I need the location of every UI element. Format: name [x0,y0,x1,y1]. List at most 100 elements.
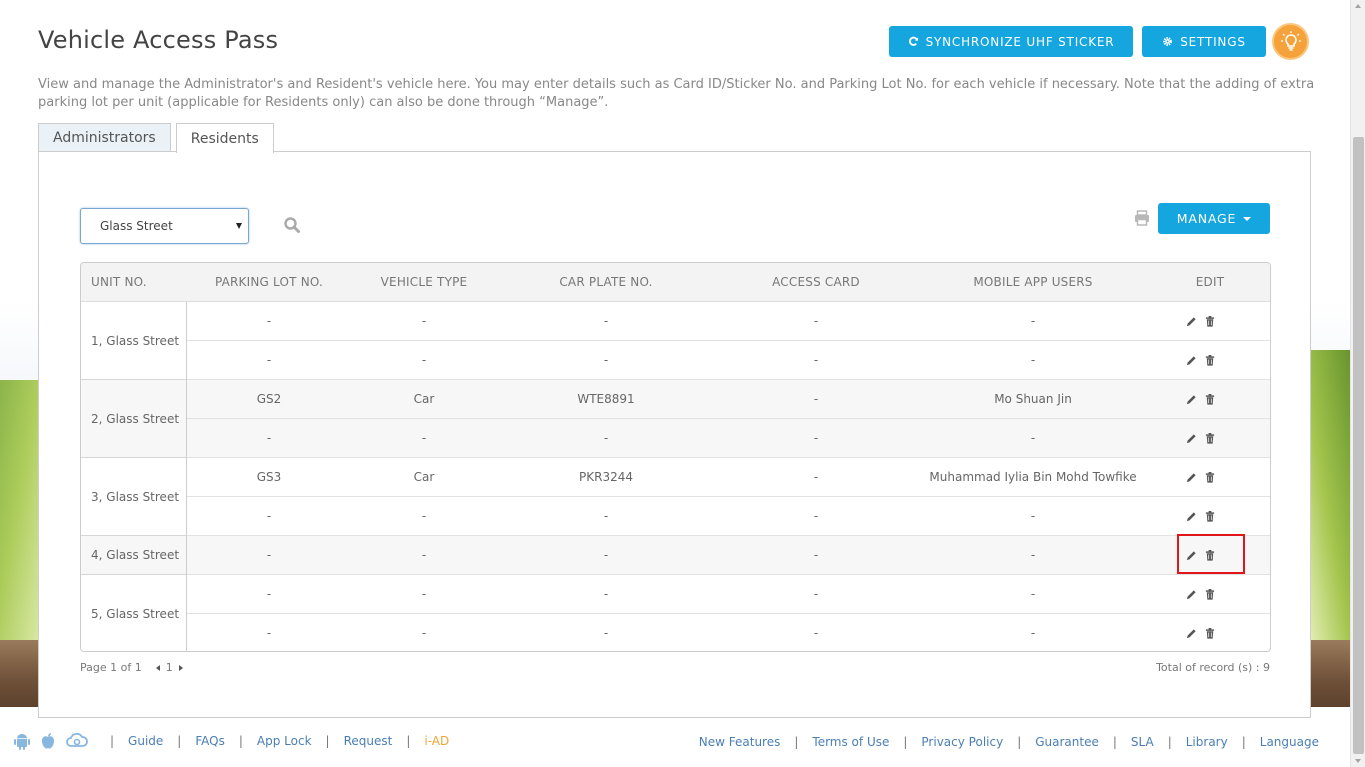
cell-plate: WTE8891 [577,392,635,406]
table-row: GS2 Car WTE8891 - Mo Shuan Jin [81,380,1270,419]
column-header: ACCESS CARD [772,275,860,289]
trash-icon[interactable] [1205,394,1216,405]
cell-lot: - [266,509,272,523]
cell-type: - [421,431,427,445]
column-header: CAR PLATE NO. [559,275,653,289]
pencil-icon[interactable] [1186,355,1197,366]
cell-users: - [1030,587,1036,601]
cell-plate: - [603,431,609,445]
trash-icon[interactable] [1205,628,1216,639]
pencil-icon[interactable] [1186,589,1197,600]
print-icon[interactable] [1133,209,1151,227]
footer-link-app-lock[interactable]: App Lock [257,734,312,748]
tips-bulb-button[interactable] [1272,23,1309,60]
edit-actions [1186,497,1236,536]
table-row: ----- [81,419,1270,458]
unit-cell: 3, Glass Street [81,458,187,536]
android-icon[interactable] [12,731,32,751]
cell-lot: GS2 [256,392,282,406]
cell-card: - [813,509,819,523]
pencil-icon[interactable] [1186,433,1197,444]
caret-down-icon [1243,216,1252,221]
search-icon[interactable] [283,216,301,234]
tab-bar: Administrators Residents [38,123,274,153]
cell-lot: - [266,587,272,601]
previous-page-icon[interactable] [155,664,160,671]
footer-link-faqs[interactable]: FAQs [195,734,225,748]
trash-icon[interactable] [1205,511,1216,522]
cell-lot: - [266,626,272,640]
scroll-up-arrow-icon[interactable] [1355,4,1361,8]
next-page-icon[interactable] [178,664,183,671]
page-info: Page 1 of 1 [80,661,142,674]
trash-icon[interactable] [1205,355,1216,366]
cell-lot: - [266,548,272,562]
cell-card: - [813,626,819,640]
cell-users: - [1030,431,1036,445]
residents-panel: Glass Street MANAGE UNIT NO. PARKING LOT… [38,151,1311,718]
footer-link-guarantee[interactable]: Guarantee [1035,735,1099,749]
cell-users: - [1030,548,1036,562]
apple-icon[interactable] [38,731,58,751]
tab-administrators[interactable]: Administrators [38,123,171,152]
tab-residents[interactable]: Residents [175,123,274,153]
manage-dropdown-button[interactable]: MANAGE [1158,203,1270,234]
sync-label: SYNCHRONIZE UHF STICKER [925,34,1115,49]
cell-users: - [1030,626,1036,640]
footer-link-guide[interactable]: Guide [128,734,163,748]
cell-plate: - [603,353,609,367]
pencil-icon[interactable] [1186,394,1197,405]
column-header: UNIT NO. [91,275,147,289]
street-select[interactable]: Glass Street [80,208,249,244]
scrollbar-thumb[interactable] [1353,137,1364,754]
cell-type: - [421,314,427,328]
caret-down-icon [236,223,242,229]
pencil-icon[interactable] [1186,316,1197,327]
cell-lot: - [266,431,272,445]
footer-link-privacy-policy[interactable]: Privacy Policy [921,735,1003,749]
cloud-icon[interactable] [64,731,90,751]
trash-icon[interactable] [1205,472,1216,483]
cell-lot: - [266,353,272,367]
pencil-icon[interactable] [1186,628,1197,639]
footer-link-terms-of-use[interactable]: Terms of Use [812,735,889,749]
vertical-scrollbar[interactable] [1350,0,1365,767]
trash-icon[interactable] [1205,316,1216,327]
table-row: ----- [81,536,1270,575]
cell-type: - [421,626,427,640]
footer-link-library[interactable]: Library [1186,735,1228,749]
cell-users: - [1030,314,1036,328]
settings-label: SETTINGS [1180,34,1246,49]
total-records: Total of record (s) : 9 [1156,661,1270,674]
pencil-icon[interactable] [1186,472,1197,483]
column-header: MOBILE APP USERS [973,275,1093,289]
cell-lot: - [266,314,272,328]
edit-actions [1186,575,1236,614]
column-header: VEHICLE TYPE [380,275,468,289]
footer-left: | Guide | FAQs | App Lock | Request | i-… [12,731,449,751]
column-header: PARKING LOT NO. [214,275,324,289]
trash-icon[interactable] [1205,433,1216,444]
synchronize-uhf-sticker-button[interactable]: SYNCHRONIZE UHF STICKER [889,26,1133,57]
pencil-icon[interactable] [1186,511,1197,522]
table-row: ----- [81,575,1270,614]
trash-icon[interactable] [1205,589,1216,600]
cell-card: - [813,470,819,484]
footer-link-new-features[interactable]: New Features [699,735,781,749]
pagination: Page 1 of 1 1 [80,661,183,674]
footer-link-i-ad[interactable]: i-AD [424,734,449,748]
edit-actions [1186,380,1236,419]
footer-link-request[interactable]: Request [344,734,393,748]
unit-cell: 2, Glass Street [81,380,187,458]
cell-card: - [813,392,819,406]
cell-users: Mo Shuan Jin [994,392,1072,406]
cell-users: Muhammad Iylia Bin Mohd Towfike [929,470,1137,484]
scroll-down-arrow-icon[interactable] [1355,759,1361,763]
page-number-link[interactable]: 1 [166,661,173,674]
footer-link-sla[interactable]: SLA [1131,735,1154,749]
cell-type: - [421,353,427,367]
settings-button[interactable]: SETTINGS [1142,26,1266,57]
table-row: ----- [81,341,1270,380]
cell-card: - [813,548,819,562]
footer-link-language[interactable]: Language [1260,735,1319,749]
